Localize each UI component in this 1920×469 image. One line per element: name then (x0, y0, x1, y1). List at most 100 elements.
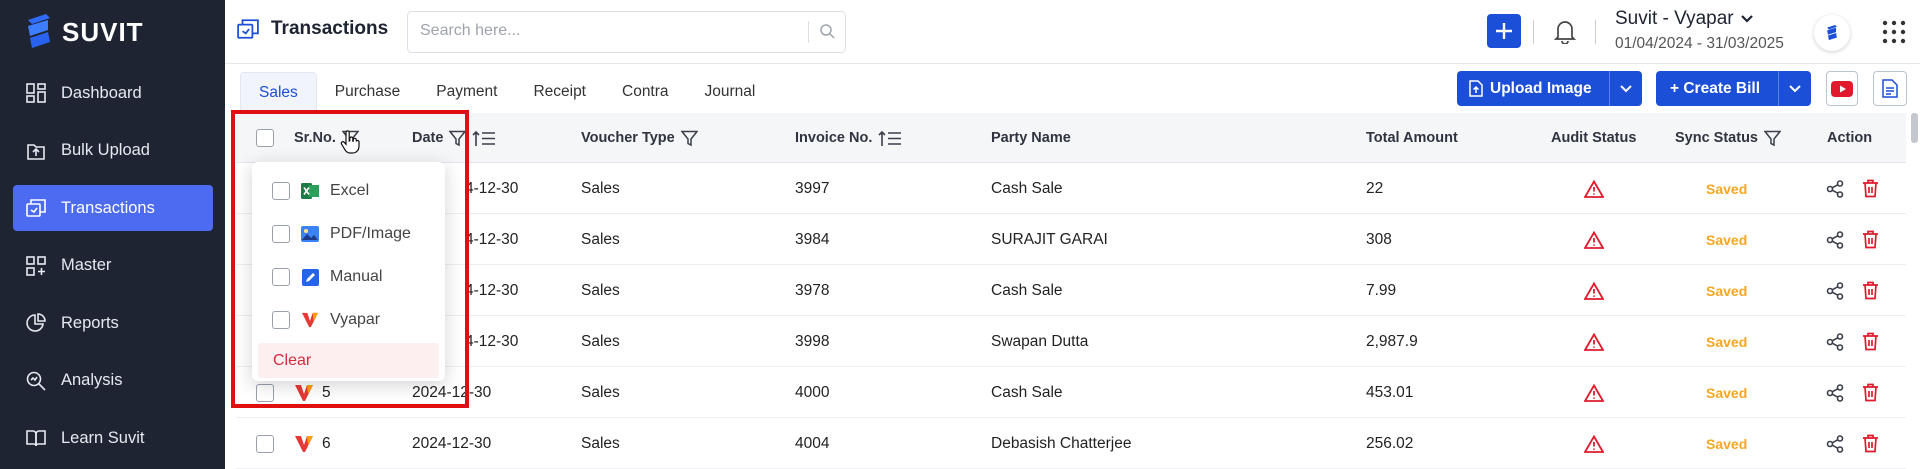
sidebar-item-master[interactable]: Master (13, 243, 213, 289)
warning-icon[interactable] (1584, 332, 1604, 351)
filter-option-label: Excel (330, 182, 370, 199)
financial-period: 01/04/2024 - 31/03/2025 (1615, 35, 1784, 52)
tab-journal[interactable]: Journal (687, 72, 774, 112)
status-badge: Saved (1706, 435, 1748, 452)
table-row[interactable]: 4-12-30 Sales 3978 Cash Sale 7.99 Saved (236, 265, 1906, 316)
sidebar-item-dashboard[interactable]: Dashboard (13, 70, 213, 116)
sidebar: SUVIT Dashboard Bulk Upload Transactions… (0, 0, 225, 469)
warning-icon[interactable] (1584, 179, 1604, 198)
trash-icon[interactable] (1862, 434, 1879, 453)
app-logo[interactable]: SUVIT (24, 14, 144, 50)
share-icon[interactable] (1826, 332, 1844, 351)
filter-option-excel[interactable]: Excel (272, 171, 369, 211)
sidebar-item-bulk-upload[interactable]: Bulk Upload (13, 128, 213, 174)
tab-purchase[interactable]: Purchase (317, 72, 418, 112)
add-button[interactable] (1487, 14, 1521, 48)
row-checkbox[interactable] (256, 434, 274, 453)
date-cell: 4-12-30 (465, 230, 519, 248)
tab-payment[interactable]: Payment (418, 72, 515, 112)
filter-option-label: Vyapar (330, 311, 381, 328)
filter-option-pdf-image[interactable]: PDF/Image (272, 214, 411, 254)
filter-option-checkbox[interactable] (272, 268, 290, 286)
bell-icon[interactable] (1554, 18, 1576, 44)
tab-receipt[interactable]: Receipt (515, 72, 604, 112)
filter-option-checkbox[interactable] (272, 225, 290, 243)
vyapar-icon (301, 311, 319, 329)
warning-icon[interactable] (1584, 434, 1604, 453)
total-amount-cell: 22 (1366, 179, 1384, 197)
sort-icon[interactable] (472, 130, 496, 147)
source-filter-dropdown: Excel PDF/Image Manual Vyapar Clear (252, 162, 445, 381)
sidebar-item-transactions[interactable]: Transactions (13, 185, 213, 231)
youtube-button[interactable] (1826, 71, 1858, 106)
sidebar-item-analysis[interactable]: Analysis (13, 358, 213, 404)
vertical-scrollbar[interactable] (1911, 113, 1918, 143)
upload-image-split-button: Upload Image (1457, 71, 1642, 106)
dashboard-icon (25, 82, 47, 104)
filter-icon[interactable] (449, 130, 467, 147)
sync-status-cell: Saved (1706, 418, 1747, 469)
search-box (407, 11, 846, 53)
table-row[interactable]: 6 2024-12-30 Sales 4004 Debasish Chatter… (236, 418, 1906, 469)
party-name-cell: Swapan Dutta (991, 332, 1089, 350)
filter-option-manual[interactable]: Manual (272, 257, 382, 297)
create-bill-button[interactable]: + Create Bill (1656, 71, 1778, 106)
sort-icon[interactable] (878, 130, 902, 147)
search-input[interactable] (420, 22, 800, 40)
share-icon[interactable] (1826, 281, 1844, 300)
excel-icon (301, 182, 319, 200)
select-all-checkbox[interactable] (256, 129, 274, 147)
trash-icon[interactable] (1862, 383, 1879, 402)
audit-status-cell (1584, 418, 1604, 469)
share-icon[interactable] (1826, 230, 1844, 249)
tab-sales[interactable]: Sales (240, 72, 317, 112)
upload-image-menu-button[interactable] (1609, 71, 1642, 106)
warning-icon[interactable] (1584, 281, 1604, 300)
document-button[interactable] (1873, 71, 1907, 106)
trash-icon[interactable] (1862, 281, 1879, 300)
company-selector[interactable]: Suvit - Vyapar 01/04/2024 - 31/03/2025 (1615, 8, 1784, 53)
tab-contra[interactable]: Contra (604, 72, 687, 112)
filter-option-vyapar[interactable]: Vyapar (272, 300, 380, 340)
share-icon[interactable] (1826, 434, 1844, 453)
clear-filter-button[interactable]: Clear (258, 343, 439, 378)
sync-status-cell: Saved (1706, 163, 1747, 214)
sidebar-item-label: Master (61, 256, 112, 274)
status-badge: Saved (1706, 231, 1748, 248)
master-icon (25, 255, 47, 277)
row-checkbox[interactable] (256, 383, 274, 402)
voucher-tabs: Sales Purchase Payment Receipt Contra Jo… (240, 72, 773, 112)
sidebar-item-reports[interactable]: Reports (13, 300, 213, 346)
table-row[interactable]: 5 2024-12-30 Sales 4000 Cash Sale 453.01… (236, 367, 1906, 418)
share-icon[interactable] (1826, 383, 1844, 402)
share-icon[interactable] (1826, 179, 1844, 198)
table-row[interactable]: 4-12-30 Sales 3984 SURAJIT GARAI 308 Sav… (236, 214, 1906, 265)
avatar[interactable] (1814, 15, 1850, 51)
trash-icon[interactable] (1862, 179, 1879, 198)
upload-icon (25, 140, 47, 162)
suvit-logo-icon (28, 14, 50, 48)
warning-icon[interactable] (1584, 230, 1604, 249)
transactions-icon (237, 19, 259, 39)
filter-option-checkbox[interactable] (272, 182, 290, 200)
create-bill-menu-button[interactable] (1778, 71, 1811, 106)
filter-option-label: Manual (330, 268, 383, 285)
table-row[interactable]: 4-12-30 Sales 3997 Cash Sale 22 Saved (236, 163, 1906, 214)
table-row[interactable]: 4-12-30 Sales 3998 Swapan Dutta 2,987.9 … (236, 316, 1906, 367)
trash-icon[interactable] (1862, 332, 1879, 351)
filter-icon[interactable] (680, 130, 698, 147)
column-date: Date (412, 113, 496, 163)
search-icon[interactable] (819, 23, 835, 39)
upload-image-button[interactable]: Upload Image (1457, 71, 1609, 106)
party-name-cell: Debasish Chatterjee (991, 434, 1132, 452)
column-label: Voucher Type (581, 130, 675, 146)
column-label: Sync Status (1675, 130, 1758, 146)
warning-icon[interactable] (1584, 383, 1604, 402)
analysis-icon (25, 370, 47, 392)
apps-grid-icon[interactable] (1882, 20, 1906, 44)
filter-icon[interactable] (1764, 130, 1781, 147)
voucher-type-cell: Sales (581, 179, 620, 197)
filter-option-checkbox[interactable] (272, 311, 290, 329)
trash-icon[interactable] (1862, 230, 1879, 249)
sidebar-item-learn-suvit[interactable]: Learn Suvit (13, 415, 213, 461)
